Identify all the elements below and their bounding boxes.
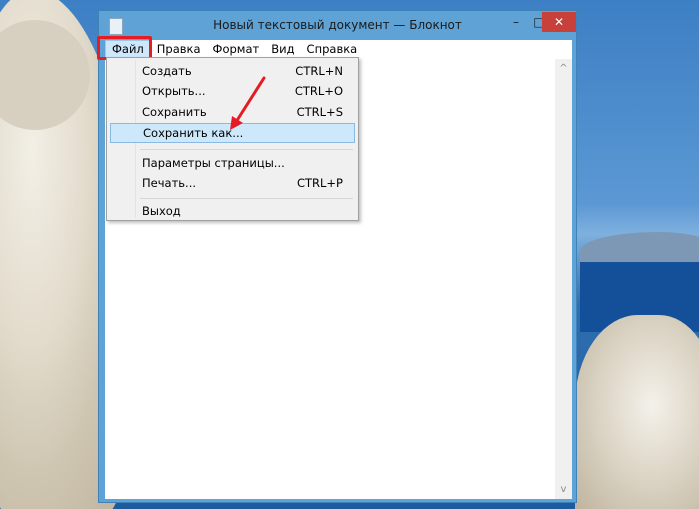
annotation-arrow-icon — [230, 76, 266, 130]
